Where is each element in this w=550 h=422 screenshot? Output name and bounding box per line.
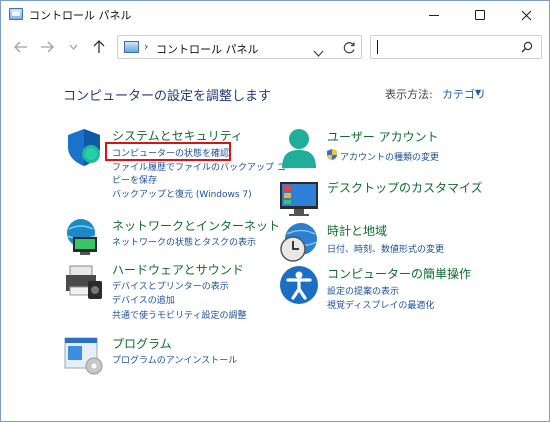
category-link[interactable]: ファイル履歴でファイルのバックアップ コ: [112, 160, 286, 173]
desktop-icon[interactable]: [279, 179, 319, 219]
clock-globe-icon[interactable]: [279, 222, 319, 262]
maximize-button[interactable]: [457, 1, 503, 29]
category-link[interactable]: 視覚ディスプレイの最適化: [327, 298, 434, 311]
window-title: コントロール パネル: [29, 9, 132, 22]
control-panel-app-icon: [9, 8, 23, 20]
search-icon[interactable]: [521, 41, 533, 53]
up-arrow-icon: [93, 40, 105, 53]
address-separator[interactable]: ›: [144, 40, 148, 53]
category-link[interactable]: デバイスとプリンターの表示: [112, 279, 229, 292]
recent-locations-button[interactable]: [63, 37, 83, 57]
category-ease-of-access: コンピューターの簡単操作 設定の提案の表示 視覚ディスプレイの最適化: [279, 265, 499, 321]
minimize-icon: [429, 14, 439, 16]
control-panel-window: コントロール パネル › コントロール パネル コンピューターの設定を調整します…: [0, 0, 550, 422]
highlight-box: [105, 142, 231, 161]
back-button[interactable]: [11, 37, 31, 57]
category-title[interactable]: デスクトップのカスタマイズ: [327, 179, 483, 196]
network-icon[interactable]: [64, 217, 104, 257]
control-panel-icon: [124, 41, 139, 53]
category-link[interactable]: ネットワークの状態とタスクの表示: [112, 235, 256, 248]
category-title[interactable]: ネットワークとインターネット: [112, 217, 280, 234]
category-link[interactable]: ピーを保存: [112, 173, 157, 186]
close-button[interactable]: [503, 1, 549, 29]
chevron-down-icon: [69, 44, 77, 50]
close-icon: [521, 10, 531, 20]
page-heading: コンピューターの設定を調整します: [63, 89, 272, 104]
category-link[interactable]: バックアップと復元 (Windows 7): [112, 187, 252, 200]
text-caret: [377, 40, 378, 54]
view-by-chevron-icon[interactable]: ▼: [475, 88, 481, 97]
address-dropdown-button[interactable]: [313, 42, 324, 61]
accessibility-icon[interactable]: [279, 265, 319, 305]
title-bar[interactable]: コントロール パネル: [1, 1, 549, 29]
forward-button[interactable]: [37, 37, 57, 57]
category-user-accounts: ユーザー アカウント アカウントの種類の変更: [279, 128, 479, 168]
category-network-internet: ネットワークとインターネット ネットワークの状態とタスクの表示: [64, 217, 280, 257]
forward-arrow-icon: [41, 41, 54, 53]
category-hardware-sound: ハードウェアとサウンド デバイスとプリンターの表示 デバイスの追加 共通で使うモ…: [64, 261, 284, 325]
category-link[interactable]: 日付、時刻、数値形式の変更: [327, 242, 444, 255]
category-link[interactable]: デバイスの追加: [112, 293, 175, 306]
address-bar[interactable]: › コントロール パネル: [117, 35, 362, 59]
shield-icon[interactable]: [64, 127, 104, 167]
refresh-icon: [343, 42, 355, 54]
category-title[interactable]: プログラム: [112, 335, 172, 352]
category-appearance: デスクトップのカスタマイズ: [279, 179, 499, 219]
category-link[interactable]: 設定の提案の表示: [327, 284, 399, 297]
control-panel-content: コンピューターの設定を調整します 表示方法: カテゴリ ▼ システムとセキュリテ…: [1, 65, 549, 421]
category-link[interactable]: 共通で使うモビリティ設定の調整: [112, 308, 246, 321]
search-box[interactable]: [370, 35, 542, 59]
programs-icon[interactable]: [64, 335, 104, 375]
category-link[interactable]: プログラムのアンインストール: [112, 353, 237, 366]
view-by-label: 表示方法:: [385, 88, 433, 101]
category-system-security: システムとセキュリティ コンピューターの状態を確認 ファイル履歴でファイルのバッ…: [64, 127, 286, 207]
minimize-button[interactable]: [411, 1, 457, 29]
address-text[interactable]: コントロール パネル: [156, 41, 259, 57]
maximize-icon: [475, 10, 485, 20]
category-link[interactable]: アカウントの種類の変更: [340, 150, 439, 163]
category-title[interactable]: ハードウェアとサウンド: [112, 261, 244, 278]
chevron-down-icon: [313, 50, 324, 57]
category-clock-region: 時計と地域 日付、時刻、数値形式の変更: [279, 222, 479, 262]
category-title[interactable]: コンピューターの簡単操作: [327, 265, 471, 282]
back-arrow-icon: [14, 41, 27, 53]
user-icon[interactable]: [279, 128, 319, 168]
uac-shield-icon: [327, 149, 337, 160]
category-title[interactable]: ユーザー アカウント: [327, 128, 439, 145]
navigation-toolbar: › コントロール パネル: [1, 29, 549, 65]
category-title[interactable]: 時計と地域: [327, 222, 387, 239]
category-programs: プログラム プログラムのアンインストール: [64, 335, 264, 375]
up-button[interactable]: [89, 37, 109, 57]
refresh-button[interactable]: [342, 40, 356, 59]
printer-icon[interactable]: [64, 261, 104, 301]
